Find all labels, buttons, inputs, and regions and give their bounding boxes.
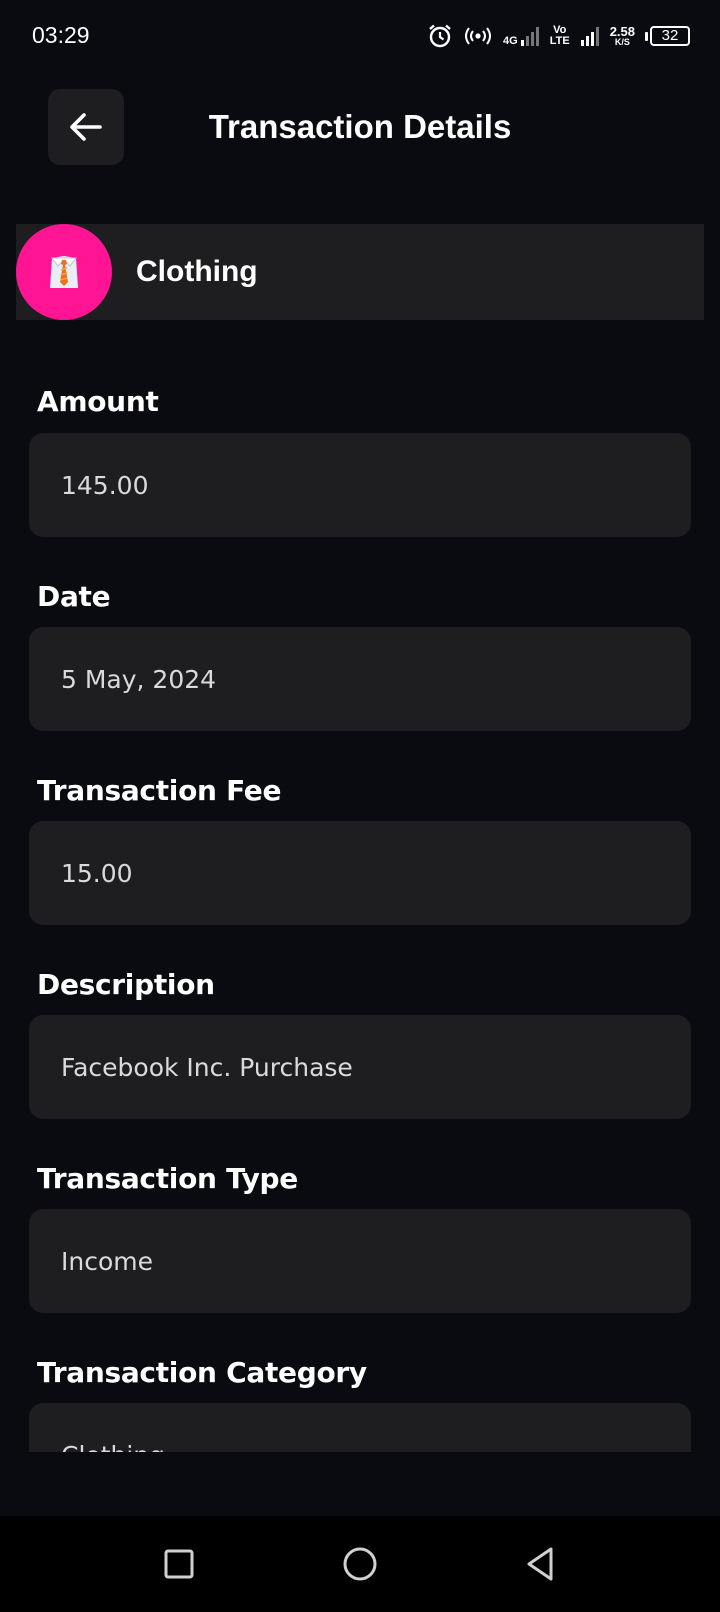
details-scroll-area[interactable]: Amount 145.00 Date 5 May, 2024 Transacti… <box>0 0 720 1452</box>
description-field[interactable]: Facebook Inc. Purchase <box>29 1015 691 1119</box>
triangle-back-icon <box>527 1547 553 1581</box>
transaction-category-field[interactable]: Clothing <box>29 1403 691 1452</box>
transaction-category-label: Transaction Category <box>37 1356 367 1389</box>
description-label: Description <box>37 968 215 1001</box>
home-button[interactable] <box>336 1540 384 1588</box>
transaction-fee-label: Transaction Fee <box>37 774 282 807</box>
transaction-type-label: Transaction Type <box>37 1162 298 1195</box>
date-label: Date <box>37 580 111 613</box>
date-field[interactable]: 5 May, 2024 <box>29 627 691 731</box>
date-value: 5 May, 2024 <box>61 664 217 694</box>
transaction-type-value: Income <box>61 1246 153 1276</box>
recent-apps-button[interactable] <box>155 1540 203 1588</box>
system-nav-bar <box>0 1516 720 1612</box>
transaction-fee-value: 15.00 <box>61 858 133 888</box>
transaction-fee-field[interactable]: 15.00 <box>29 821 691 925</box>
amount-field[interactable]: 145.00 <box>29 433 691 537</box>
transaction-type-field[interactable]: Income <box>29 1209 691 1313</box>
circle-icon <box>343 1547 377 1581</box>
amount-label: Amount <box>37 385 159 418</box>
system-back-button[interactable] <box>516 1540 564 1588</box>
description-value: Facebook Inc. Purchase <box>61 1052 353 1082</box>
amount-value: 145.00 <box>61 470 149 500</box>
square-icon <box>164 1549 194 1579</box>
transaction-category-value: Clothing <box>61 1441 165 1453</box>
